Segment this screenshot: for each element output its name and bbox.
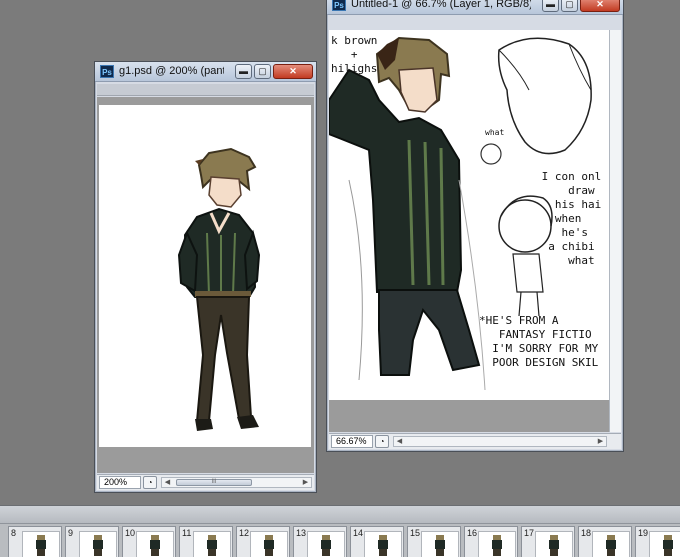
- scroll-right-icon[interactable]: ▶: [300, 478, 311, 487]
- frame-thumbnail: [136, 531, 174, 557]
- frame-number: 10: [125, 528, 136, 538]
- frame-number: 15: [410, 528, 421, 538]
- photoshop-icon: Ps: [332, 0, 346, 11]
- scroll-right-icon[interactable]: ▶: [595, 437, 606, 446]
- close-button[interactable]: ✕: [273, 64, 313, 79]
- scroll-left-icon[interactable]: ◀: [394, 437, 405, 446]
- animation-frame[interactable]: 10: [122, 526, 176, 557]
- maximize-button[interactable]: ▢: [561, 0, 578, 12]
- frame-number: 17: [524, 528, 535, 538]
- horizontal-scrollbar[interactable]: ◀ III ▶: [161, 477, 312, 488]
- frame-thumbnail: [307, 531, 345, 557]
- animation-frame[interactable]: 11: [179, 526, 233, 557]
- horizontal-scrollbar[interactable]: ◀ ▶: [393, 436, 607, 447]
- animation-frame[interactable]: 19: [635, 526, 680, 557]
- zoom-level-field[interactable]: 66.67%: [331, 435, 373, 448]
- canvas-area[interactable]: k brown + hilighs what I con onl draw hi…: [329, 30, 621, 432]
- animation-frame[interactable]: 15: [407, 526, 461, 557]
- document-window-g1[interactable]: Ps g1.psd @ 200% (pant... ▬ ▢ ✕ 200% ◔ ◀…: [94, 61, 317, 493]
- title-bar[interactable]: Ps g1.psd @ 200% (pant... ▬ ▢ ✕: [95, 62, 316, 82]
- photoshop-icon: Ps: [100, 65, 114, 78]
- zoom-level-field[interactable]: 200%: [99, 476, 141, 489]
- frame-number: 18: [581, 528, 592, 538]
- frame-number: 14: [353, 528, 364, 538]
- frame-number: 16: [467, 528, 478, 538]
- vertical-scrollbar[interactable]: [609, 30, 621, 432]
- title-bar[interactable]: Ps Untitled-1 @ 66.7% (Layer 1, RGB/8) *…: [327, 0, 623, 15]
- document-info-icon[interactable]: ◔: [143, 476, 157, 489]
- frame-number: 11: [182, 528, 192, 538]
- frame-thumbnail: [364, 531, 402, 557]
- document-info-icon[interactable]: ◔: [375, 435, 389, 448]
- frame-thumbnail: [22, 531, 60, 557]
- window-title: Untitled-1 @ 66.7% (Layer 1, RGB/8) *: [351, 0, 531, 10]
- scroll-left-icon[interactable]: ◀: [162, 478, 173, 487]
- frame-number: 9: [68, 528, 74, 538]
- minimize-button[interactable]: ▬: [235, 64, 252, 79]
- frame-thumbnail: [649, 531, 680, 557]
- timeline-header: [0, 506, 680, 524]
- close-button[interactable]: ✕: [580, 0, 620, 12]
- canvas-area[interactable]: [97, 97, 314, 473]
- note-fantasy: *HE'S FROM A FANTASY FICTIO I'M SORRY FO…: [479, 314, 599, 369]
- frame-thumbnail: [79, 531, 117, 557]
- ruler-bar: [97, 84, 314, 96]
- note-brown-highlights: k brown + hilighs: [331, 34, 378, 75]
- animation-frame[interactable]: 13: [293, 526, 347, 557]
- animation-frame[interactable]: 14: [350, 526, 404, 557]
- frame-thumbnail: [478, 531, 516, 557]
- maximize-button[interactable]: ▢: [254, 64, 271, 79]
- note-chibi: I con onl draw his hai when he's a chibi…: [541, 170, 602, 267]
- frame-number: 12: [239, 528, 250, 538]
- status-bar: 66.67% ◔ ◀ ▶: [329, 433, 621, 449]
- animation-frame[interactable]: 18: [578, 526, 632, 557]
- canvas[interactable]: [99, 105, 311, 447]
- frame-thumbnail: [193, 531, 231, 557]
- animation-timeline: 8 9 10 11 12 13 14 15 16 17 18 19: [0, 505, 680, 557]
- frame-thumbnail: [421, 531, 459, 557]
- pixel-character-illustration: [177, 147, 261, 431]
- frame-number: 13: [296, 528, 307, 538]
- animation-frame[interactable]: 16: [464, 526, 518, 557]
- animation-frame[interactable]: 12: [236, 526, 290, 557]
- note-what: what: [485, 128, 505, 137]
- frame-list: 8 9 10 11 12 13 14 15 16 17 18 19: [0, 526, 680, 557]
- frame-thumbnail: [592, 531, 630, 557]
- document-window-untitled[interactable]: Ps Untitled-1 @ 66.7% (Layer 1, RGB/8) *…: [326, 0, 624, 452]
- frame-thumbnail: [250, 531, 288, 557]
- window-title: g1.psd @ 200% (pant...: [119, 65, 224, 77]
- frame-number: 8: [11, 528, 17, 538]
- minimize-button[interactable]: ▬: [542, 0, 559, 12]
- canvas[interactable]: k brown + hilighs what I con onl draw hi…: [329, 30, 611, 400]
- scroll-thumb[interactable]: III: [176, 479, 252, 486]
- animation-frame[interactable]: 17: [521, 526, 575, 557]
- frame-thumbnail: [535, 531, 573, 557]
- status-bar: 200% ◔ ◀ III ▶: [97, 474, 314, 490]
- animation-frame[interactable]: 9: [65, 526, 119, 557]
- animation-frame[interactable]: 8: [8, 526, 62, 557]
- frame-number: 19: [638, 528, 649, 538]
